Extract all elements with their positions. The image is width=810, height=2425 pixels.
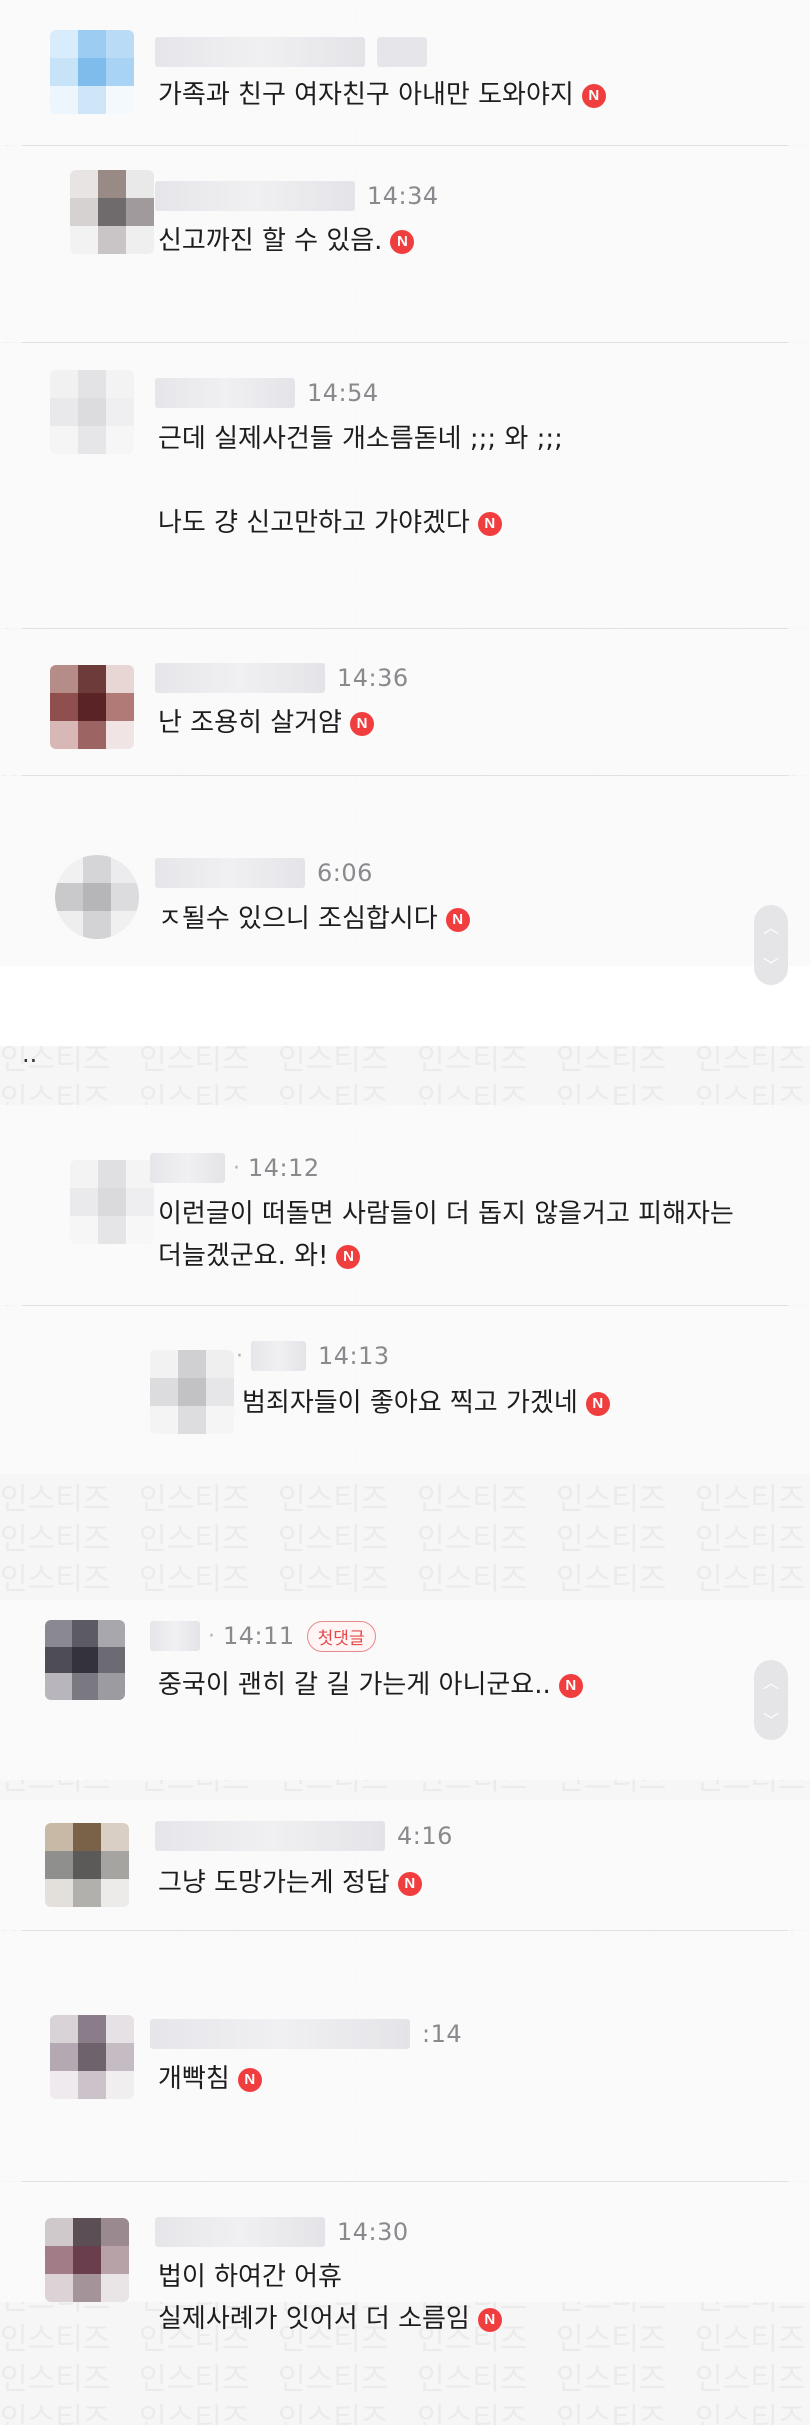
comment-text: 이런글이 떠돌면 사람들이 더 돕지 않을거고 피해자는 — [158, 1199, 734, 1229]
comment-text: 실제사례가 잇어서 더 소름임 — [158, 2304, 470, 2334]
comment-time: :14 — [422, 2020, 463, 2048]
comment-text: 법이 하여간 어휴 — [158, 2262, 342, 2292]
first-comment-badge: 첫댓글 — [306, 1620, 376, 1652]
comment-time: 6:06 — [317, 859, 373, 887]
username-blurred[interactable] — [155, 181, 355, 211]
comment-text: 난 조용히 살거얌 — [158, 708, 342, 738]
comment-text: 개빡침 — [158, 2064, 230, 2094]
new-badge-icon: N — [349, 711, 374, 736]
comment-time: 14:36 — [337, 664, 409, 692]
avatar — [50, 30, 134, 114]
new-badge-icon: N — [390, 229, 415, 254]
username-blurred[interactable] — [155, 663, 325, 693]
avatar — [50, 2015, 134, 2099]
username-blurred[interactable] — [155, 37, 365, 67]
comment-text: 신고까진 할 수 있음. — [158, 226, 383, 256]
comment-text: 범죄자들이 좋아요 찍고 가겠네 — [242, 1388, 578, 1418]
avatar — [45, 2218, 129, 2302]
scroll-control[interactable]: ︿ ﹀ — [754, 905, 788, 985]
new-badge-icon: N — [585, 1391, 610, 1416]
comment-time: 14:54 — [307, 379, 379, 407]
chevron-down-icon[interactable]: ﹀ — [763, 952, 779, 976]
avatar — [55, 855, 139, 939]
avatar — [50, 370, 134, 454]
new-badge-icon: N — [445, 907, 470, 932]
new-badge-icon: N — [477, 511, 502, 536]
new-badge-icon: N — [397, 1871, 422, 1896]
comment-text: 그냥 도망가는게 정답 — [158, 1868, 390, 1898]
username-blurred[interactable] — [155, 378, 295, 408]
comment-text: 가족과 친구 여자친구 아내만 도와야지 — [158, 80, 574, 110]
avatar — [50, 665, 134, 749]
comment-text: 근데 실제사건들 개소름돋네 ;;; 와 ;;; — [158, 424, 563, 454]
new-badge-icon: N — [336, 1244, 361, 1269]
username-blurred[interactable] — [150, 2019, 410, 2049]
new-badge-icon: N — [477, 2307, 502, 2332]
new-badge-icon: N — [237, 2067, 262, 2092]
comment-text: ㅈ될수 있으니 조심합시다 — [158, 904, 438, 934]
chevron-down-icon[interactable]: ﹀ — [763, 1707, 779, 1731]
chevron-up-icon[interactable]: ︿ — [763, 914, 779, 938]
avatar — [45, 1620, 125, 1700]
username-blurred[interactable] — [251, 1341, 306, 1371]
new-badge-icon: N — [581, 83, 606, 108]
comment-time: 14:13 — [318, 1342, 390, 1370]
avatar — [150, 1350, 234, 1434]
chevron-up-icon[interactable]: ︿ — [763, 1669, 779, 1693]
avatar — [70, 170, 154, 254]
username-blurred[interactable] — [155, 1821, 385, 1851]
avatar — [70, 1160, 154, 1244]
username-blurred[interactable] — [150, 1153, 225, 1183]
new-badge-icon: N — [558, 1673, 583, 1698]
avatar — [45, 1823, 129, 1907]
comment-time: 14:34 — [367, 182, 439, 210]
username-blurred[interactable] — [150, 1621, 200, 1651]
comment-time: 14:12 — [248, 1154, 320, 1182]
comment-text: 더늘겠군요. 와! — [158, 1241, 329, 1271]
comment-time: 14:11 — [223, 1622, 295, 1650]
comment-text: 중국이 괜히 갈 길 가는게 아니군요.. — [158, 1670, 551, 1700]
comment-text: 나도 걍 신고만하고 가야겠다 — [158, 508, 470, 538]
scroll-control[interactable]: ︿ ﹀ — [754, 1660, 788, 1740]
comment-time: 14:30 — [337, 2218, 409, 2246]
comment-time: 4:16 — [397, 1822, 453, 1850]
ellipsis-mark: .. — [22, 1040, 38, 1068]
username-blurred[interactable] — [155, 2217, 325, 2247]
username-blurred[interactable] — [155, 858, 305, 888]
